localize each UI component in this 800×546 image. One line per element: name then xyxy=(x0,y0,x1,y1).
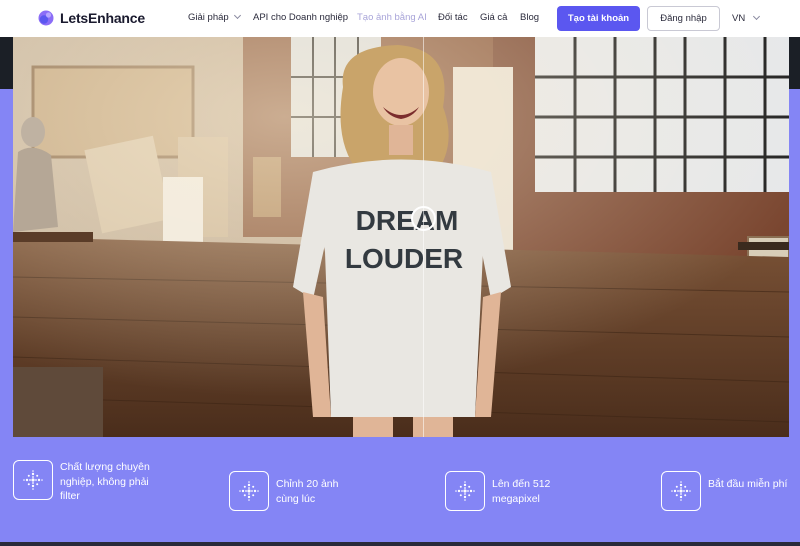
login-button[interactable]: Đăng nhập xyxy=(647,6,720,31)
hero-comparison-image[interactable]: DREAM LOUDER xyxy=(13,37,789,437)
nav-item-api[interactable]: API cho Doanh nghiệp xyxy=(253,12,348,23)
feature-label: Bắt đầu miễn phí xyxy=(708,478,788,490)
feature-item: Lên đến 512 megapixel xyxy=(445,471,572,511)
comparison-divider[interactable] xyxy=(423,37,424,437)
nav-item-pricing[interactable]: Giá cả xyxy=(480,12,507,23)
feature-item: Bắt đầu miễn phí xyxy=(661,471,788,511)
nav-item-partners[interactable]: Đối tác xyxy=(438,12,468,23)
chevron-down-icon xyxy=(753,12,761,21)
sparkle-dots-icon xyxy=(445,471,485,511)
sparkle-dots-icon xyxy=(229,471,269,511)
swirl-logo-icon xyxy=(38,10,54,26)
nav-item-blog[interactable]: Blog xyxy=(520,12,539,23)
signup-button[interactable]: Tạo tài khoản xyxy=(557,6,640,31)
bottom-strip xyxy=(0,542,800,546)
shirt-text-line1: DREAM xyxy=(356,205,459,236)
feature-item: Chất lượng chuyên nghiệp, không phải fil… xyxy=(13,460,150,504)
sparkle-dots-icon xyxy=(661,471,701,511)
language-selector[interactable]: VN xyxy=(732,12,761,24)
chevron-down-icon xyxy=(233,11,241,20)
studio-photo-illustration: DREAM LOUDER xyxy=(13,37,789,437)
site-header: LetsEnhance Giải pháp API cho Doanh nghi… xyxy=(0,0,800,37)
language-label: VN xyxy=(732,13,746,24)
brand-logo[interactable]: LetsEnhance xyxy=(38,10,145,26)
comparison-slider-handle[interactable] xyxy=(411,206,436,231)
feature-label: Chất lượng chuyên nghiệp, không phải fil… xyxy=(60,461,150,502)
feature-label: Chỉnh 20 ảnh cùng lúc xyxy=(276,478,339,505)
nav-item-solutions[interactable]: Giải pháp xyxy=(188,11,241,23)
feature-label: Lên đến 512 megapixel xyxy=(492,478,551,505)
shirt-text-line2: LOUDER xyxy=(345,243,463,274)
feature-item: Chỉnh 20 ảnh cùng lúc xyxy=(229,471,356,511)
brand-name: LetsEnhance xyxy=(60,10,145,26)
nav-item-ai-image[interactable]: Tạo ảnh bằng AI xyxy=(357,12,427,23)
sparkle-dots-icon xyxy=(13,460,53,500)
